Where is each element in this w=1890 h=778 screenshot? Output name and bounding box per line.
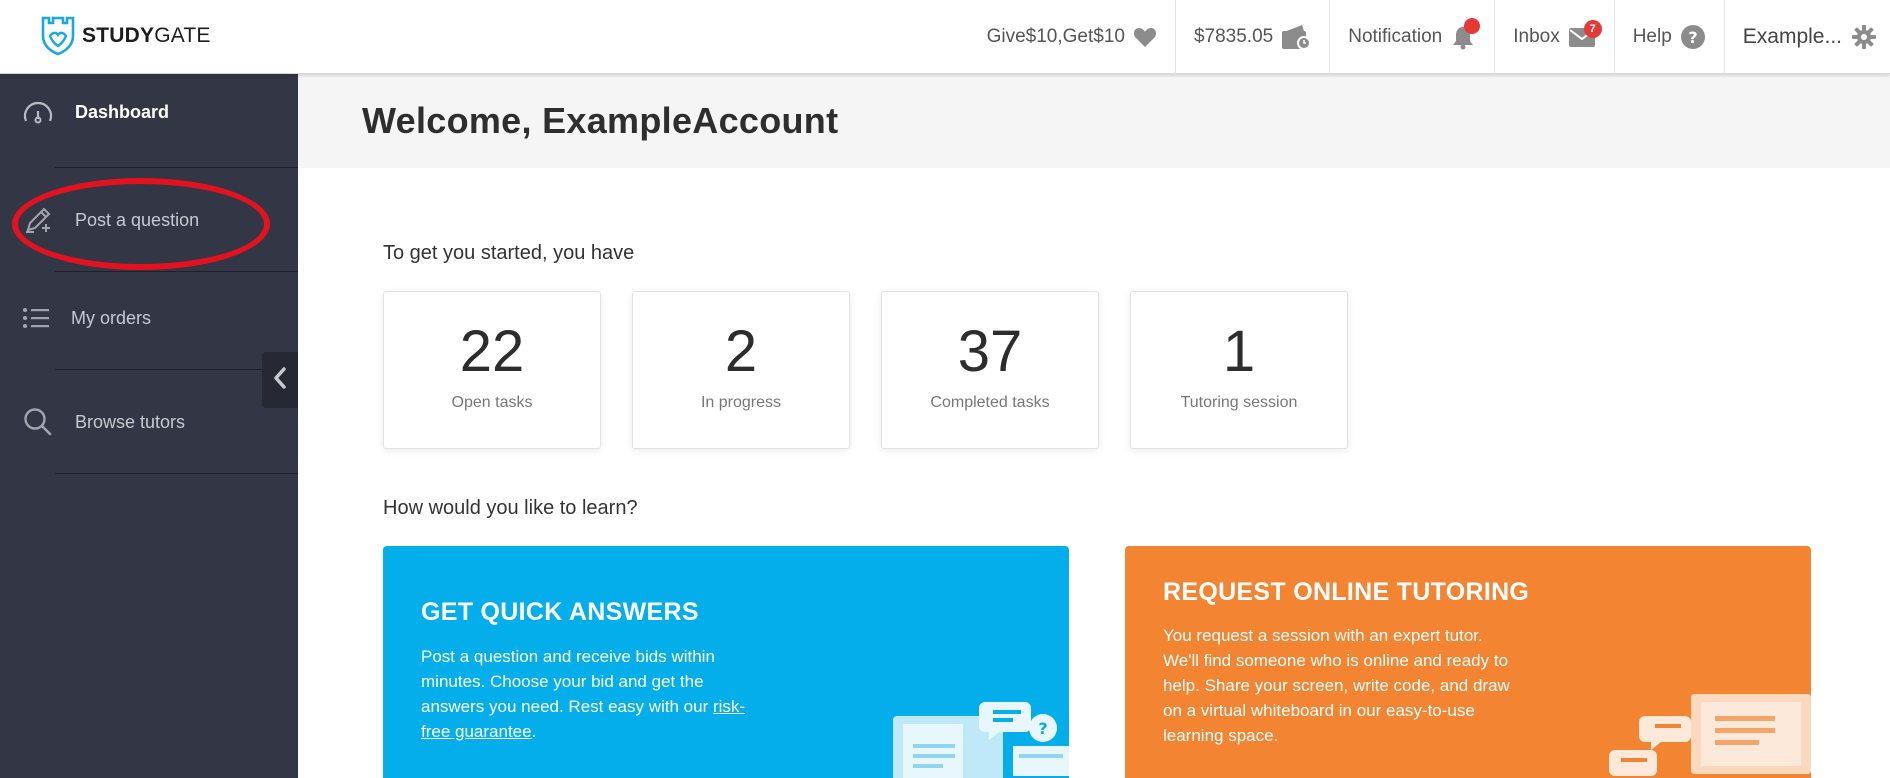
- notification-link[interactable]: Notification: [1329, 0, 1494, 74]
- stat-label: In progress: [700, 393, 782, 411]
- stat-label: Open tasks: [451, 393, 533, 411]
- gear-icon: [1852, 25, 1876, 49]
- brand-logo[interactable]: STUDYGATE: [40, 14, 211, 58]
- stat-value: 1: [1222, 319, 1256, 384]
- inbox-label: Inbox: [1513, 26, 1560, 47]
- inbox-link[interactable]: Inbox 7: [1494, 0, 1613, 74]
- sidebar-item-browse-tutors[interactable]: Browse tutors: [0, 406, 298, 438]
- documents-chat-illustration-icon: ?: [893, 702, 1069, 778]
- quick-answers-description: Post a question and receive bids within …: [421, 647, 746, 741]
- started-label: To get you started, you have: [383, 242, 635, 264]
- balance-amount: $7835.05: [1193, 26, 1274, 47]
- top-bar: STUDYGATE Give$10,Get$10 $7835.05 Notifi…: [0, 0, 1890, 74]
- sidebar-item-label: Dashboard: [75, 101, 170, 122]
- notification-label: Notification: [1348, 26, 1443, 47]
- help-link[interactable]: Help ?: [1613, 0, 1724, 74]
- stat-value: 22: [459, 319, 525, 384]
- stat-card-tutoring-session[interactable]: 1 Tutoring session: [1130, 291, 1348, 449]
- referral-label: Give$10,Get$10: [986, 26, 1125, 47]
- sidebar-item-dashboard[interactable]: Dashboard: [0, 96, 298, 128]
- quick-answers-title: GET QUICK ANSWERS: [421, 598, 699, 626]
- bell-icon: [1450, 18, 1481, 50]
- account-name: Example...: [1742, 25, 1842, 48]
- stat-label: Tutoring session: [1180, 393, 1298, 411]
- heart-icon: [1133, 26, 1157, 48]
- chevron-left-icon: [273, 366, 287, 394]
- sidebar-divider: [55, 271, 298, 272]
- help-label: Help: [1632, 26, 1672, 47]
- stat-card-in-progress[interactable]: 2 In progress: [632, 291, 850, 449]
- online-tutoring-title: REQUEST ONLINE TUTORING: [1163, 578, 1530, 606]
- wallet-icon: [1281, 24, 1312, 50]
- online-tutoring-card[interactable]: REQUEST ONLINE TUTORING You request a se…: [1125, 546, 1811, 778]
- sidebar-item-label: My orders: [71, 307, 152, 328]
- svg-text:?: ?: [1038, 719, 1047, 738]
- pencil-plus-icon: [22, 204, 54, 236]
- sidebar-item-label: Post a question: [75, 209, 200, 230]
- sidebar-collapse-button[interactable]: [262, 352, 298, 408]
- balance-link[interactable]: $7835.05: [1174, 0, 1329, 74]
- page-title: Welcome, ExampleAccount: [362, 100, 839, 141]
- list-icon: [20, 302, 52, 334]
- learn-label: How would you like to learn?: [383, 497, 638, 519]
- sidebar-item-post-question[interactable]: Post a question: [0, 204, 298, 236]
- stat-card-completed-tasks[interactable]: 37 Completed tasks: [881, 291, 1099, 449]
- castle-logo-icon: [41, 16, 75, 56]
- stat-value: 2: [724, 319, 758, 384]
- inbox-count-badge: 7: [1583, 20, 1602, 38]
- quick-answers-card[interactable]: GET QUICK ANSWERS Post a question and re…: [383, 546, 1069, 778]
- envelope-icon: 7: [1568, 20, 1602, 48]
- search-icon: [22, 406, 54, 438]
- sidebar: Dashboard Post a question My orders Brow…: [0, 74, 298, 778]
- sidebar-divider: [55, 473, 298, 474]
- stat-label: Completed tasks: [930, 393, 1050, 411]
- account-menu[interactable]: Example...: [1723, 0, 1890, 74]
- svg-text:?: ?: [1688, 28, 1697, 47]
- referral-link[interactable]: Give$10,Get$10: [969, 0, 1175, 74]
- question-circle-icon: ?: [1680, 24, 1706, 50]
- stat-value: 37: [957, 319, 1023, 384]
- gauge-icon: [22, 96, 54, 128]
- sidebar-item-my-orders[interactable]: My orders: [0, 302, 298, 334]
- notification-badge: [1464, 18, 1481, 34]
- whiteboard-tutor-illustration-icon: [1609, 694, 1811, 776]
- sidebar-divider: [55, 167, 298, 168]
- online-tutoring-description: You request a session with an expert tut…: [1163, 626, 1510, 745]
- sidebar-item-label: Browse tutors: [75, 411, 186, 432]
- brand-name: STUDYGATE: [82, 24, 211, 47]
- stat-card-open-tasks[interactable]: 22 Open tasks: [383, 291, 601, 449]
- top-nav: Give$10,Get$10 $7835.05 Notification Inb…: [969, 0, 1890, 74]
